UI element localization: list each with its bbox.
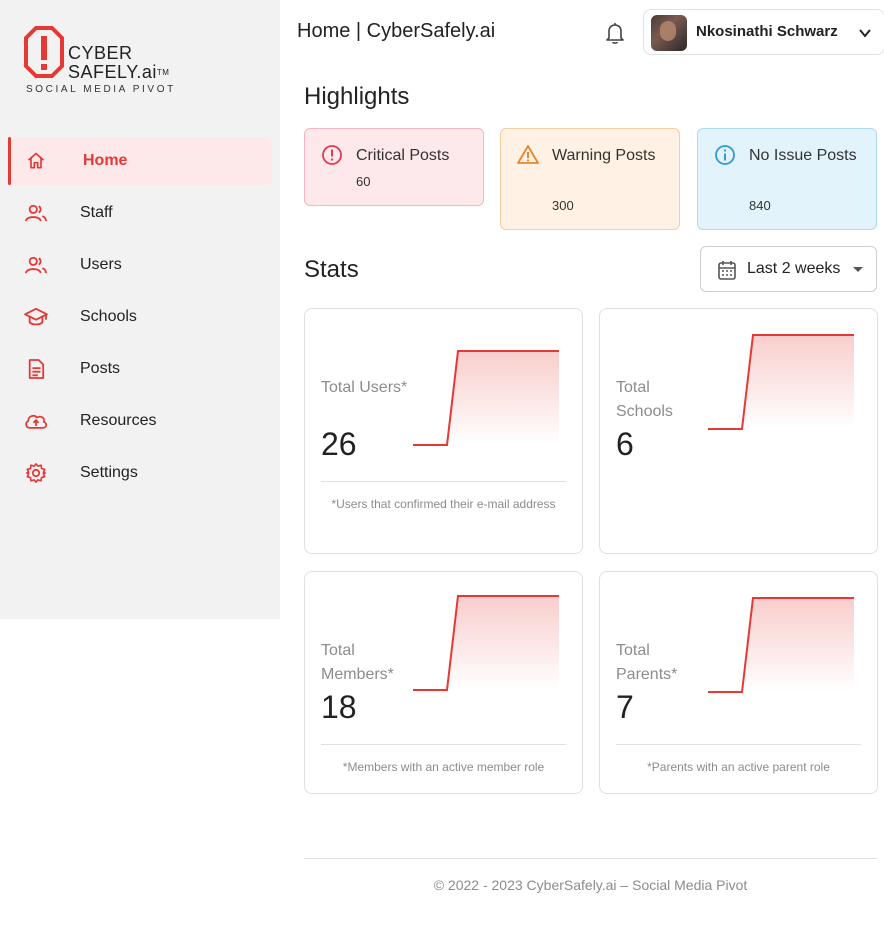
highlight-count: 60 <box>356 174 371 189</box>
people-icon <box>24 202 48 224</box>
sidebar-item-label: Resources <box>80 412 157 429</box>
warning-triangle-icon <box>517 145 539 164</box>
caret-down-icon <box>853 267 863 272</box>
sidebar-item-label: Posts <box>80 360 121 377</box>
warning-posts-card[interactable]: Warning Posts 300 <box>500 128 680 230</box>
sidebar-item-label: Schools <box>80 308 137 325</box>
brand-logo[interactable]: CYBER SAFELY.aiTM SOCIAL MEDIA PIVOT <box>24 26 204 98</box>
stat-value: 6 <box>616 426 634 462</box>
highlights-title: Highlights <box>304 83 410 110</box>
user-name: Nkosinathi Schwarz <box>696 23 838 40</box>
avatar <box>651 15 687 51</box>
highlight-count: 840 <box>749 198 771 213</box>
sidebar-item-home[interactable]: Home <box>8 137 272 185</box>
people-icon <box>24 254 48 276</box>
sidebar-item-resources[interactable]: Resources <box>8 397 272 445</box>
bell-icon[interactable] <box>604 21 626 45</box>
cloud-upload-icon <box>24 410 48 432</box>
stop-sign-icon <box>24 26 64 78</box>
document-icon <box>24 358 48 380</box>
highlight-label: No Issue Posts <box>749 147 857 164</box>
stat-value: 26 <box>321 426 357 462</box>
sparkline <box>708 334 854 430</box>
brand-line2-text: SAFELY.ai <box>68 62 157 82</box>
sparkline <box>708 597 854 693</box>
stat-divider <box>321 481 566 482</box>
page-title: Home | CyberSafely.ai <box>297 20 496 42</box>
chevron-down-icon <box>858 26 872 40</box>
stat-label: Total Parents* <box>616 642 678 683</box>
critical-posts-card[interactable]: Critical Posts 60 <box>304 128 484 206</box>
sidebar-item-users[interactable]: Users <box>8 241 272 289</box>
sidebar-item-settings[interactable]: Settings <box>8 449 272 497</box>
calendar-icon <box>718 261 736 280</box>
stat-value: 18 <box>321 689 357 725</box>
sparkline-area <box>708 335 854 429</box>
stat-label: Total Members* <box>321 642 394 683</box>
error-circle-icon <box>322 145 342 165</box>
sparkline-area <box>413 351 559 445</box>
date-range-label: Last 2 weeks <box>747 260 841 277</box>
stat-value: 7 <box>616 689 634 725</box>
sparkline-area <box>413 596 559 690</box>
stat-divider <box>616 744 861 745</box>
brand-subtitle: SOCIAL MEDIA PIVOT <box>26 84 176 95</box>
stat-note: *Users that confirmed their e-mail addre… <box>331 497 556 511</box>
trademark-mark: TM <box>156 68 170 77</box>
brand-line1: CYBER <box>68 43 133 63</box>
sidebar-nav: Home Staff Users Schools Posts Resources… <box>8 137 272 501</box>
sparkline-area <box>708 598 854 692</box>
stat-card-total-parents: Total Parents* 7 *Parents with an active… <box>599 571 878 794</box>
sidebar: CYBER SAFELY.aiTM SOCIAL MEDIA PIVOT Hom… <box>0 0 280 619</box>
home-icon <box>24 150 48 172</box>
stat-divider <box>321 744 566 745</box>
sidebar-item-label: Settings <box>80 464 138 481</box>
sidebar-item-label: Home <box>83 152 128 169</box>
sidebar-item-label: Users <box>80 256 122 273</box>
stats-title: Stats <box>304 256 359 283</box>
sidebar-item-staff[interactable]: Staff <box>8 189 272 237</box>
sidebar-item-posts[interactable]: Posts <box>8 345 272 393</box>
sidebar-item-schools[interactable]: Schools <box>8 293 272 341</box>
sidebar-item-label: Staff <box>80 204 113 221</box>
footer-text: © 2022 - 2023 CyberSafely.ai – Social Me… <box>433 877 748 893</box>
highlight-count: 300 <box>552 198 574 213</box>
gear-icon <box>24 462 48 484</box>
stat-note: *Parents with an active parent role <box>647 760 830 774</box>
info-circle-icon <box>715 145 735 165</box>
stat-note: *Members with an active member role <box>342 760 545 774</box>
footer-divider <box>304 858 877 859</box>
sparkline <box>413 350 559 446</box>
stat-card-total-users: Total Users* 26 *Users that confirmed th… <box>304 308 583 554</box>
highlight-label: Warning Posts <box>552 147 656 164</box>
stat-label: Total Schools <box>616 379 673 420</box>
sparkline <box>413 595 559 691</box>
stat-card-total-members: Total Members* 18 *Members with an activ… <box>304 571 583 794</box>
highlight-label: Critical Posts <box>356 147 450 164</box>
stat-card-total-schools: Total Schools 6 <box>599 308 878 554</box>
date-range-select[interactable]: Last 2 weeks <box>700 246 877 292</box>
school-icon <box>24 306 48 328</box>
no-issue-posts-card[interactable]: No Issue Posts 840 <box>697 128 877 230</box>
user-menu[interactable]: Nkosinathi Schwarz <box>643 9 884 55</box>
stat-label: Total Users* <box>321 379 408 396</box>
brand-line2: SAFELY.aiTM <box>68 63 169 82</box>
